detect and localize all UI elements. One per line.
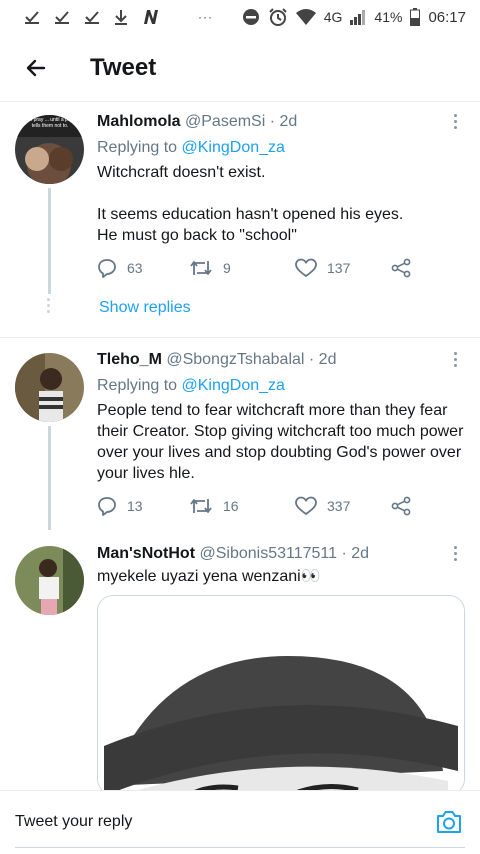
network-type: 4G	[323, 9, 343, 25]
reply-button[interactable]: 13	[97, 496, 189, 516]
mention-link[interactable]: @KingDon_za	[182, 377, 285, 394]
tweet-time: · 2d	[341, 545, 370, 562]
avatar[interactable]: ...will pray ... until a pers... tells t…	[15, 115, 84, 184]
like-button[interactable]: 137	[295, 258, 390, 278]
camera-button[interactable]	[435, 809, 463, 840]
user-handle[interactable]: @Sibonis53117511	[199, 545, 337, 562]
share-button[interactable]	[390, 258, 412, 278]
retweet-button[interactable]: 16	[189, 496, 295, 516]
display-name[interactable]: Mahlomola	[97, 113, 181, 130]
signal-icon	[350, 9, 366, 25]
heart-icon	[295, 496, 317, 516]
retweet-button[interactable]: 9	[189, 258, 295, 278]
display-name[interactable]: Tleho_M	[97, 351, 162, 368]
replying-prefix: Replying to	[97, 139, 182, 156]
thread-line	[48, 426, 51, 530]
wifi-icon	[295, 9, 316, 25]
check-download-icon	[84, 10, 100, 24]
alarm-icon	[268, 7, 288, 27]
tweet-time: · 2d	[308, 351, 337, 368]
more-notifications-indicator: ···	[198, 10, 213, 24]
share-icon	[391, 496, 411, 516]
thread-dots	[47, 298, 50, 313]
avatar[interactable]	[15, 546, 84, 615]
reply-icon	[98, 497, 116, 516]
like-count: 337	[327, 498, 351, 514]
display-name[interactable]: Man'sNotHot	[97, 545, 195, 562]
do-not-disturb-icon	[242, 8, 260, 26]
replying-to: Replying to @KingDon_za	[97, 138, 464, 158]
share-icon	[391, 258, 411, 278]
replying-prefix: Replying to	[97, 377, 182, 394]
heart-icon	[295, 258, 317, 278]
back-button[interactable]	[18, 50, 54, 86]
reply-count: 63	[127, 260, 143, 276]
back-arrow-icon	[26, 59, 46, 76]
tweet-reply[interactable]: ...will pray ... until a pers... tells t…	[0, 102, 480, 338]
camera-icon	[437, 811, 461, 833]
like-count: 137	[327, 260, 351, 276]
avatar-caption: ...will pray ... until a pers... tells t…	[21, 117, 79, 129]
user-handle[interactable]: @SbongzTshabalal	[166, 351, 304, 368]
more-options-icon[interactable]	[454, 114, 458, 129]
page-title: Tweet	[90, 53, 157, 81]
thread-line	[48, 188, 51, 294]
reply-icon	[98, 259, 116, 278]
n-app-icon	[142, 9, 160, 25]
more-options-icon[interactable]	[454, 546, 458, 561]
retweet-count: 16	[223, 498, 239, 514]
reply-input[interactable]: Tweet your reply	[15, 813, 132, 831]
status-bar: ··· 4G 41% 06:17	[0, 0, 480, 34]
input-underline	[15, 847, 465, 848]
retweet-count: 9	[223, 260, 231, 276]
more-options-icon[interactable]	[454, 352, 458, 367]
download-icon	[114, 9, 128, 25]
reply-composer: Tweet your reply	[0, 790, 480, 854]
reply-button[interactable]: 63	[97, 258, 189, 278]
share-button[interactable]	[390, 496, 412, 516]
tweet-time: · 2d	[269, 113, 298, 130]
tweet-text: People tend to fear witchcraft more than…	[97, 402, 464, 482]
like-button[interactable]: 337	[295, 496, 390, 516]
mention-link[interactable]: @KingDon_za	[182, 139, 285, 156]
retweet-icon	[190, 499, 212, 513]
beanie-emoji-image	[98, 596, 464, 794]
app-header: Tweet	[0, 34, 480, 102]
avatar[interactable]	[15, 353, 84, 422]
battery-percent: 41%	[374, 9, 403, 25]
retweet-icon	[190, 261, 212, 275]
battery-icon	[410, 8, 421, 26]
reply-count: 13	[127, 498, 143, 514]
show-replies-link[interactable]: Show replies	[99, 299, 191, 317]
tweet-media-image[interactable]	[97, 595, 465, 795]
check-download-icon	[54, 10, 70, 24]
clock: 06:17	[428, 8, 466, 26]
check-download-icon	[24, 10, 40, 24]
tweet-text: myekele uyazi yena wenzani👀	[97, 568, 321, 585]
tweet-text: Witchcraft doesn't exist. It seems educa…	[97, 164, 404, 244]
user-handle[interactable]: @PasemSi	[185, 113, 265, 130]
tweet-reply[interactable]: Tleho_M @SbongzTshabalal · 2d Replying t…	[0, 338, 480, 530]
replying-to: Replying to @KingDon_za	[97, 376, 464, 396]
